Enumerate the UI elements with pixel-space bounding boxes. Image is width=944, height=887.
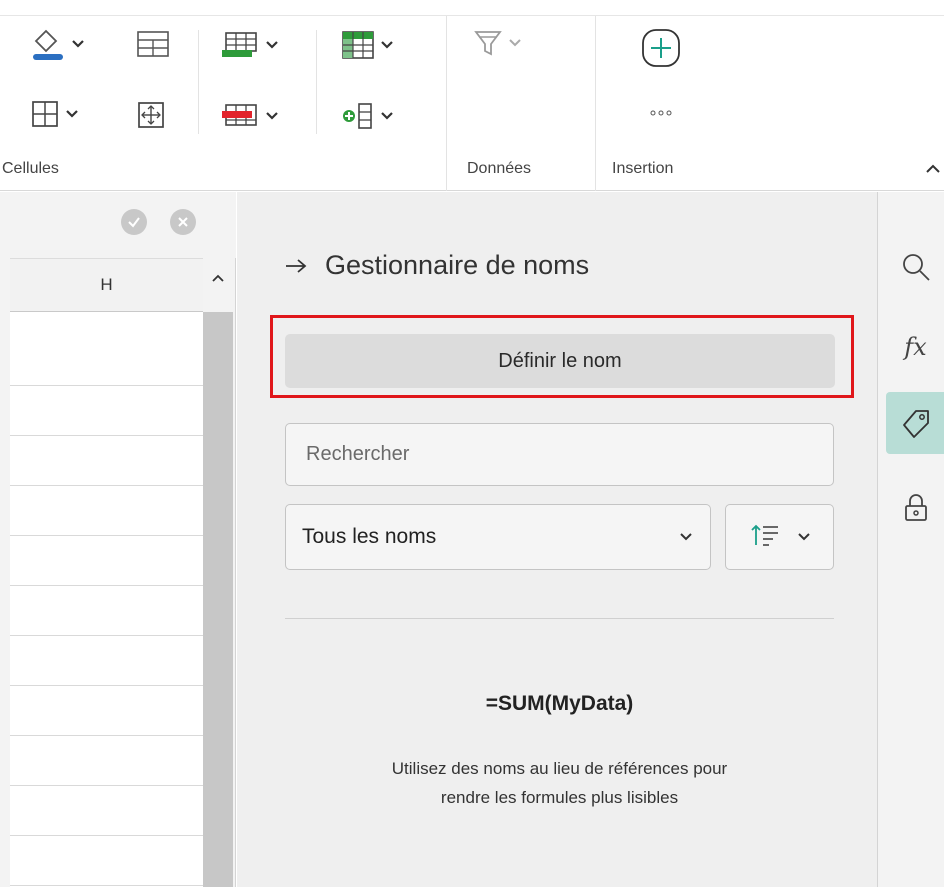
filter-button[interactable]	[473, 28, 521, 58]
function-icon: fx	[904, 333, 927, 361]
merge-cells-icon	[136, 100, 166, 130]
tag-icon	[902, 410, 929, 438]
cell-grid[interactable]: H	[10, 258, 203, 887]
delete-rows-button[interactable]	[220, 101, 278, 131]
row-divider	[10, 685, 203, 686]
sidebar-item-protection[interactable]	[886, 477, 944, 539]
chevron-down-icon	[797, 533, 810, 541]
collapse-ribbon-icon	[926, 164, 940, 173]
chevron-down-icon	[266, 112, 278, 120]
right-sidebar: fx	[877, 192, 944, 887]
add-object-icon	[641, 28, 681, 68]
fill-color-icon	[30, 26, 66, 62]
example-formula: =SUM(MyData)	[485, 692, 634, 715]
chevron-up-icon	[212, 274, 224, 282]
row-divider	[10, 535, 203, 536]
panel-header: Gestionnaire de noms	[285, 250, 589, 281]
group-separator	[595, 16, 596, 191]
collapse-ribbon-button[interactable]	[926, 160, 940, 178]
merge-cells-button[interactable]	[136, 100, 166, 130]
group-label-data: Données	[467, 160, 532, 177]
insert-rows-icon	[220, 30, 260, 60]
arrow-right-icon[interactable]	[285, 250, 307, 281]
format-as-table-icon	[341, 30, 375, 60]
row-divider	[10, 385, 203, 386]
hint-line-1: Utilisez des noms au lieu de références …	[391, 759, 728, 778]
divider	[285, 618, 834, 619]
scroll-up-button[interactable]	[203, 258, 233, 298]
insert-rows-button[interactable]	[220, 30, 278, 60]
group-separator	[446, 16, 447, 191]
chevron-down-icon	[680, 533, 692, 541]
row-divider	[10, 885, 203, 886]
insert-columns-button[interactable]	[341, 101, 393, 131]
row-divider	[10, 585, 203, 586]
sidebar-item-search[interactable]	[886, 236, 944, 298]
borders-icon	[30, 99, 60, 129]
insert-columns-icon	[341, 101, 375, 131]
confirm-button[interactable]	[121, 209, 147, 235]
borders-button[interactable]	[30, 99, 78, 129]
search-icon	[902, 254, 930, 281]
check-icon	[128, 217, 140, 228]
ribbon-toolbar: Cellules Données Insertion	[0, 0, 944, 191]
cell-style-icon	[136, 30, 170, 58]
search-input[interactable]	[285, 423, 834, 486]
lock-icon	[904, 494, 927, 521]
chevron-down-icon	[381, 112, 393, 120]
spreadsheet-area: H	[0, 192, 236, 887]
sidebar-item-names[interactable]	[886, 392, 944, 454]
hint-text: Utilisez des noms au lieu de références …	[285, 754, 834, 812]
sidebar-item-function[interactable]: fx	[886, 316, 944, 378]
group-label-insert: Insertion	[612, 160, 674, 177]
chevron-down-icon	[72, 40, 84, 48]
row-divider	[10, 485, 203, 486]
column-header-h[interactable]: H	[10, 258, 203, 312]
sort-button[interactable]	[725, 504, 834, 570]
sort-icon	[750, 523, 780, 552]
row-divider	[10, 785, 203, 786]
close-icon	[178, 217, 188, 227]
name-filter-select[interactable]: Tous les noms	[285, 504, 711, 570]
vertical-scrollbar[interactable]	[203, 258, 233, 887]
cell-style-button[interactable]	[136, 30, 170, 58]
chevron-down-icon	[266, 41, 278, 49]
filter-icon	[473, 28, 503, 58]
chevron-down-icon	[381, 41, 393, 49]
separator	[198, 30, 199, 134]
cancel-edit-button[interactable]	[170, 209, 196, 235]
chevron-down-icon	[509, 39, 521, 47]
format-table-button[interactable]	[341, 30, 393, 60]
row-divider	[10, 835, 203, 836]
row-divider	[10, 735, 203, 736]
delete-rows-icon	[220, 101, 260, 131]
separator	[316, 30, 317, 134]
more-icon	[650, 108, 672, 118]
fill-color-button[interactable]	[30, 26, 84, 62]
add-object-button[interactable]	[641, 28, 681, 68]
row-divider	[10, 635, 203, 636]
ribbon-top-border	[0, 15, 944, 16]
chevron-down-icon	[66, 110, 78, 118]
scrollbar-thumb[interactable]	[203, 312, 233, 887]
panel-title: Gestionnaire de noms	[325, 250, 590, 280]
define-name-button[interactable]: Définir le nom	[285, 334, 835, 388]
name-filter-value: Tous les noms	[302, 525, 437, 548]
row-divider	[10, 435, 203, 436]
more-button[interactable]	[650, 108, 672, 118]
hint-line-2: rendre les formules plus lisibles	[440, 788, 679, 807]
group-label-cells: Cellules	[2, 160, 59, 177]
name-manager-panel: Gestionnaire de noms Définir le nom Tous…	[237, 192, 877, 887]
formula-bar-actions	[0, 192, 236, 258]
